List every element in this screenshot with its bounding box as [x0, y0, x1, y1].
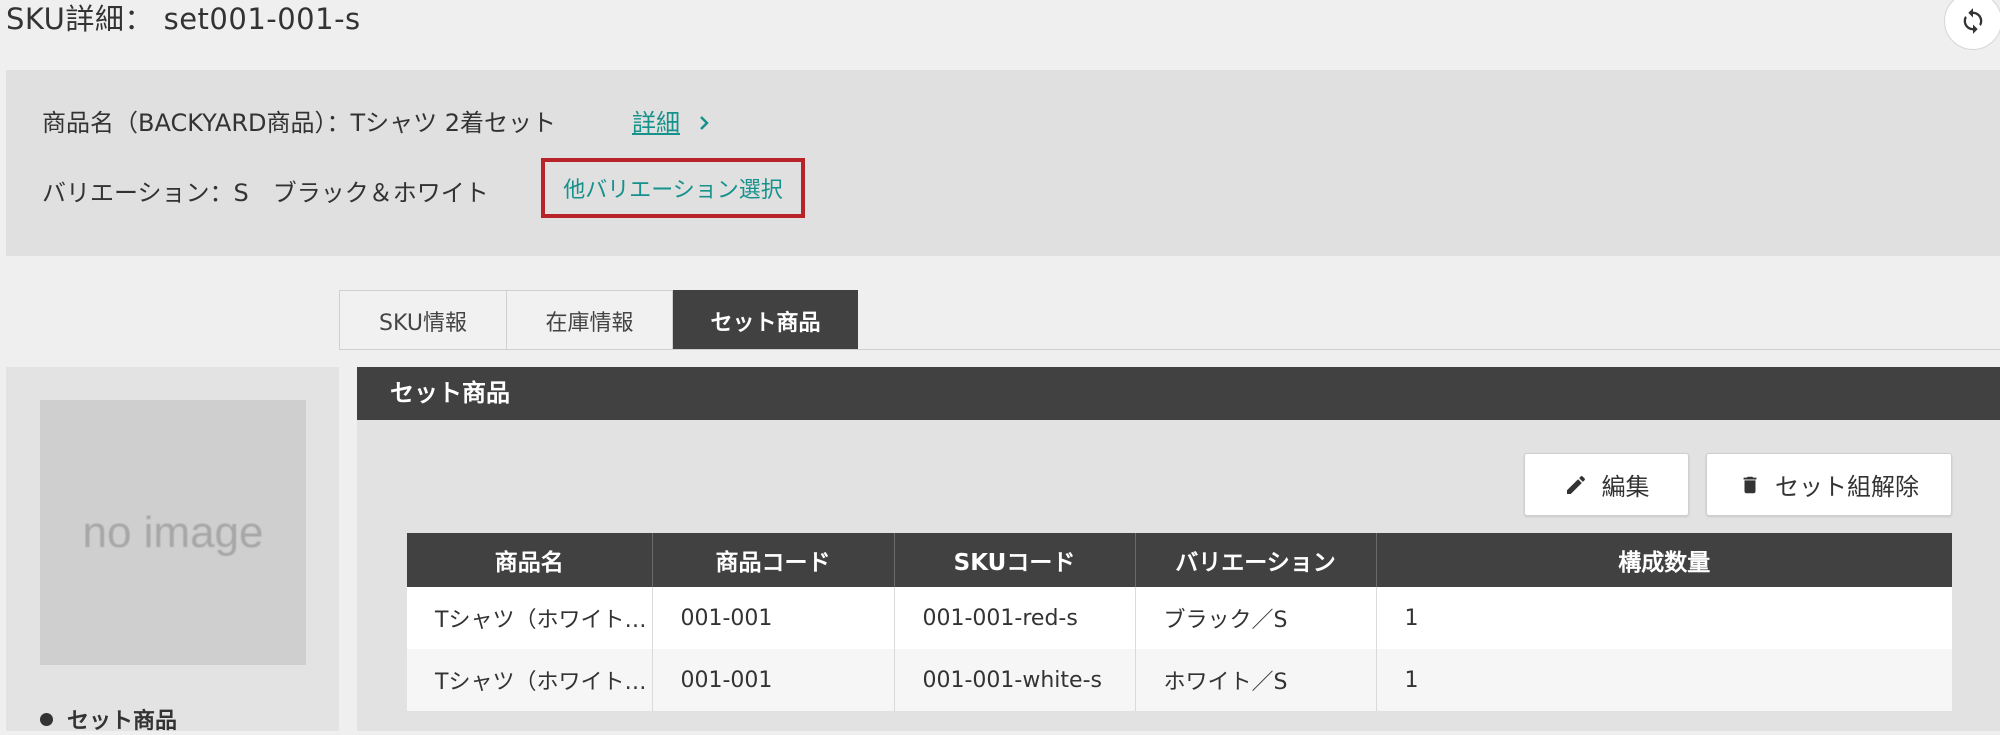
- product-name: 商品名（BACKYARD商品）：Tシャツ 2着セット: [42, 109, 557, 137]
- cell-quantity: 1: [1376, 649, 1952, 711]
- table-header-row: 商品名 商品コード SKUコード バリエーション 構成数量: [407, 533, 1952, 587]
- cell-product-name: Tシャツ（ホワイト…: [407, 649, 653, 711]
- sidebar: no image セット商品: [6, 367, 339, 734]
- edit-button-label: 編集: [1601, 473, 1650, 501]
- cell-variation: ホワイト／S: [1135, 649, 1377, 711]
- pencil-icon: [1566, 475, 1585, 494]
- column-header-quantity[interactable]: 構成数量: [1376, 533, 1952, 587]
- no-image-text: no image: [82, 507, 264, 557]
- chevron-right-icon[interactable]: [698, 110, 712, 136]
- page-title: SKU詳細： set001-001-s: [6, 2, 361, 36]
- tab-set-products[interactable]: セット商品: [673, 290, 858, 350]
- unset-button[interactable]: セット組解除: [1706, 453, 1952, 516]
- bullet-icon: [40, 712, 53, 726]
- product-info-panel: 商品名（BACKYARD商品）：Tシャツ 2着セット 詳細 バリエーション：S …: [6, 70, 2000, 256]
- tab-sku-info[interactable]: SKU情報: [339, 290, 507, 350]
- column-header-product-name[interactable]: 商品名: [407, 533, 653, 587]
- cell-product-code: 001-001: [652, 649, 895, 711]
- table-row[interactable]: Tシャツ（ホワイト… 001-001 001-001-white-s ホワイト／…: [407, 649, 1952, 711]
- product-image-placeholder: no image: [40, 400, 306, 665]
- edit-button[interactable]: 編集: [1524, 453, 1689, 516]
- column-header-product-code[interactable]: 商品コード: [652, 533, 895, 587]
- unset-button-label: セット組解除: [1775, 473, 1919, 501]
- cell-variation: ブラック／S: [1135, 587, 1377, 649]
- tab-stock-info[interactable]: 在庫情報: [507, 290, 673, 350]
- cell-quantity: 1: [1376, 587, 1952, 649]
- sidebar-item-set-products[interactable]: セット商品: [40, 703, 177, 735]
- variation-label: バリエーション：S ブラック＆ホワイト: [42, 179, 489, 207]
- cell-product-name: Tシャツ（ホワイト…: [407, 587, 653, 649]
- cell-sku-code: 001-001-red-s: [894, 587, 1136, 649]
- cell-sku-code: 001-001-white-s: [894, 649, 1136, 711]
- column-header-variation[interactable]: バリエーション: [1135, 533, 1377, 587]
- column-header-sku-code[interactable]: SKUコード: [894, 533, 1136, 587]
- set-products-content: 編集 セット組解除 商品名 商品コード SKUコード バリエーション 構成数量 …: [357, 420, 2000, 731]
- sidebar-item-label: セット商品: [67, 709, 178, 734]
- tab-bar: SKU情報 在庫情報 セット商品: [339, 290, 858, 350]
- trash-icon: [1743, 476, 1757, 493]
- detail-link[interactable]: 詳細: [632, 106, 680, 140]
- section-title: セット商品: [357, 367, 2000, 420]
- other-variation-select-button[interactable]: 他バリエーション選択: [541, 158, 805, 218]
- cell-product-code: 001-001: [652, 587, 895, 649]
- set-products-table: 商品名 商品コード SKUコード バリエーション 構成数量 Tシャツ（ホワイト……: [407, 533, 1952, 711]
- refresh-icon: [1963, 8, 1983, 34]
- refresh-button[interactable]: [1944, 0, 2000, 50]
- table-row[interactable]: Tシャツ（ホワイト… 001-001 001-001-red-s ブラック／S …: [407, 587, 1952, 649]
- tab-divider: [339, 349, 2000, 350]
